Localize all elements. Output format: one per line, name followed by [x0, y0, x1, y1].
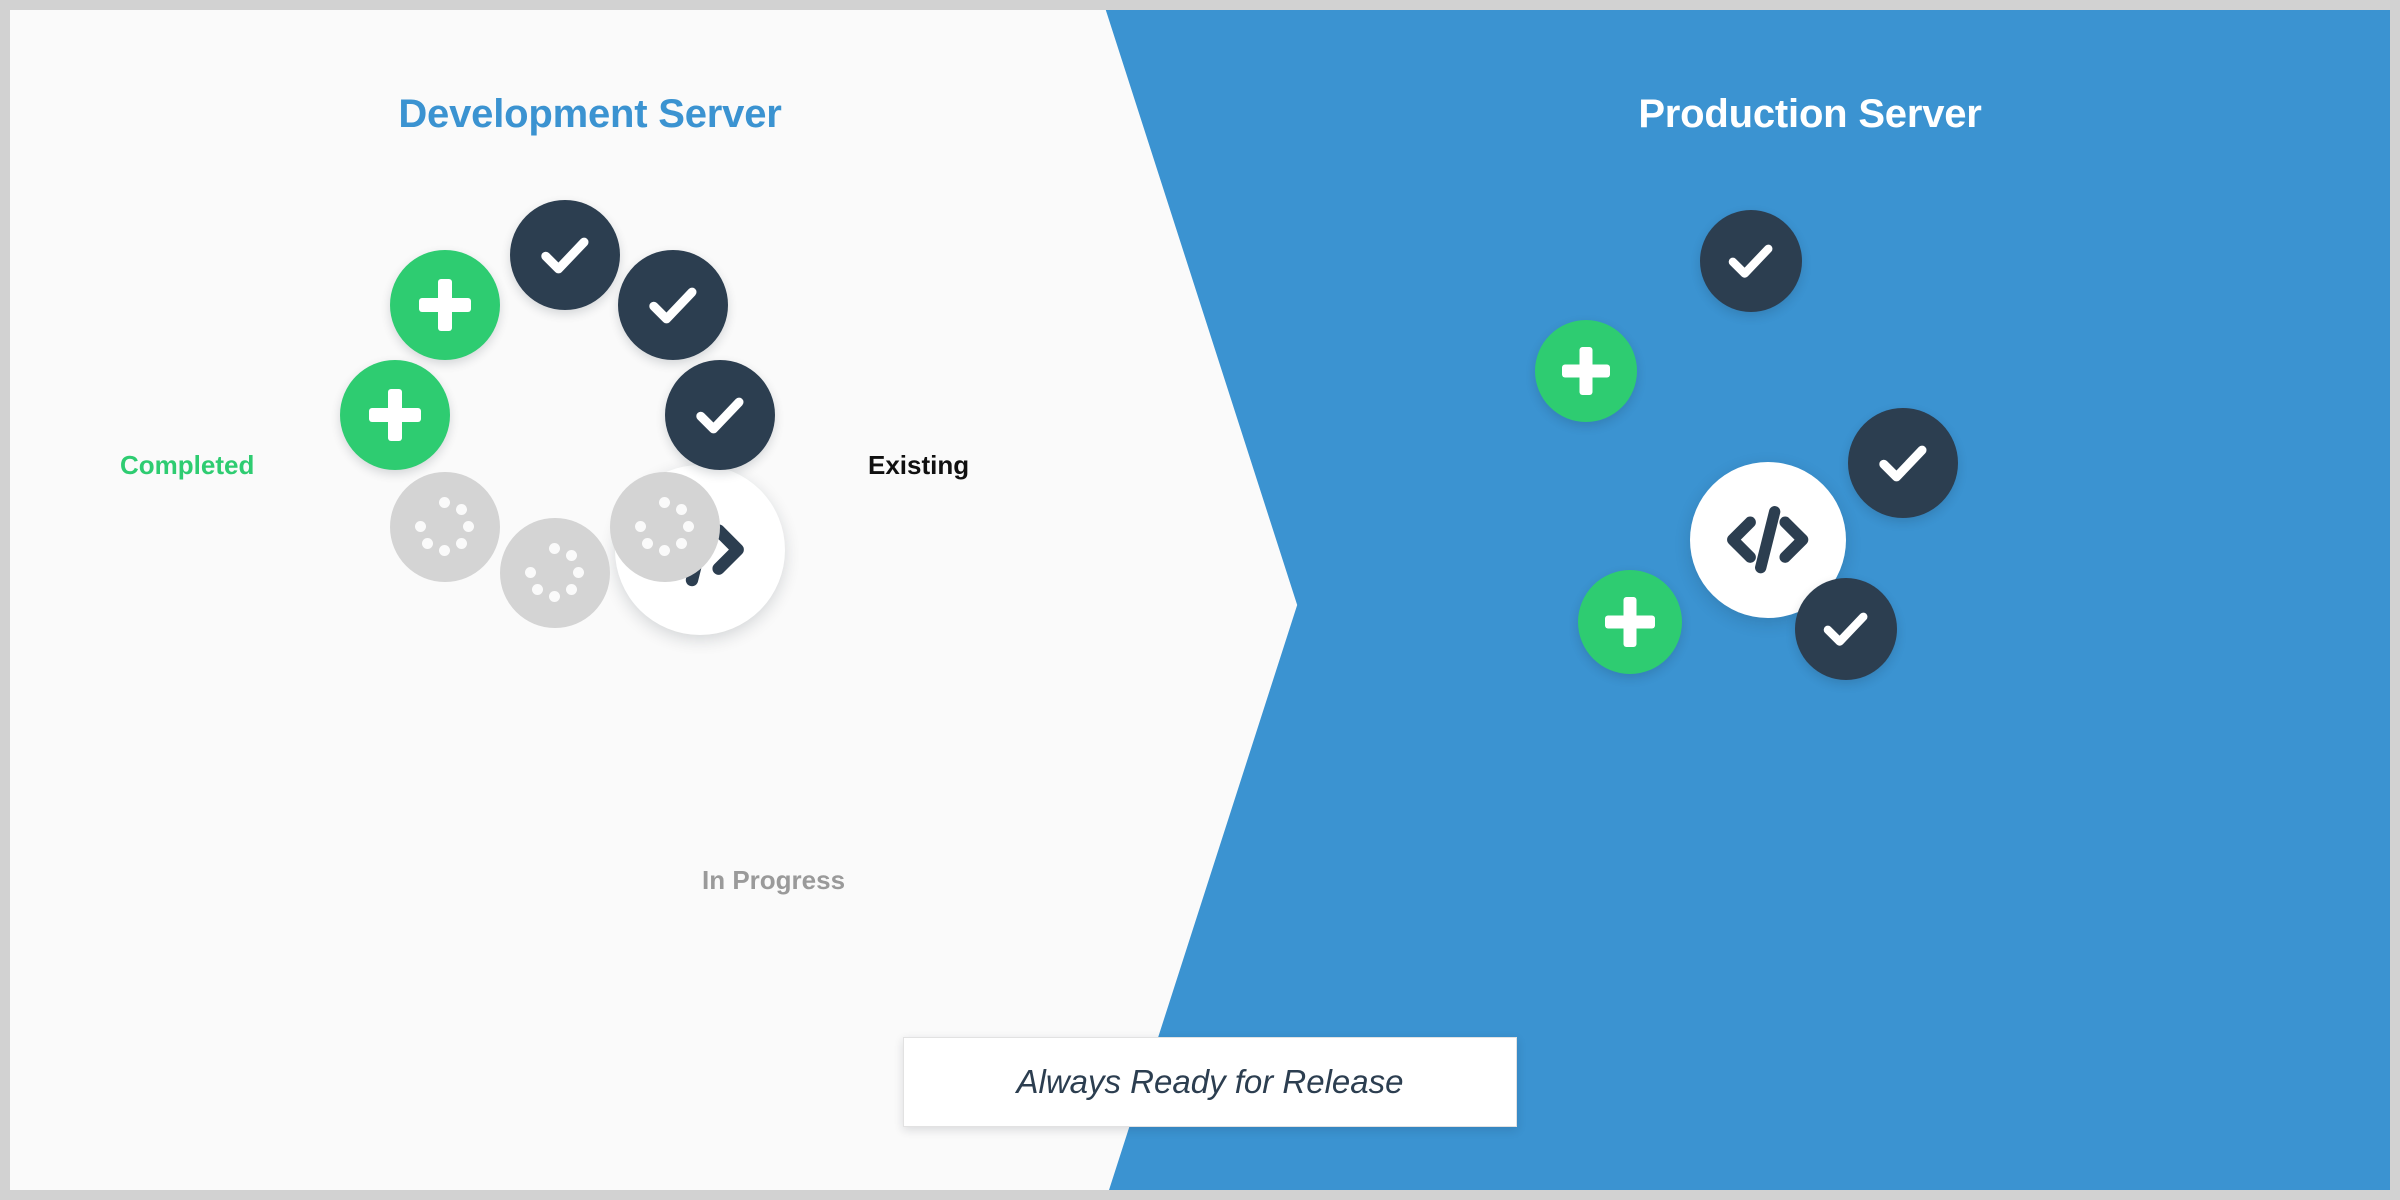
existing-node[interactable] — [1848, 408, 1958, 518]
check-icon — [533, 223, 597, 287]
legend-label-completed: Completed — [120, 450, 255, 480]
in-progress-node[interactable] — [390, 472, 500, 582]
existing-node[interactable] — [618, 250, 728, 360]
production-node-cluster — [1450, 210, 2150, 880]
existing-node[interactable] — [1700, 210, 1802, 312]
completed-node[interactable] — [390, 250, 500, 360]
plus-icon — [1562, 347, 1611, 396]
development-node-cluster — [340, 200, 1010, 920]
plus-icon — [419, 279, 472, 332]
check-icon — [641, 273, 705, 337]
existing-node[interactable] — [665, 360, 775, 470]
legend-label-in-progress: In Progress — [702, 865, 846, 895]
in-progress-node[interactable] — [610, 472, 720, 582]
check-icon — [1721, 231, 1780, 290]
existing-node[interactable] — [510, 200, 620, 310]
spinner-icon — [525, 543, 585, 603]
code-icon — [1724, 496, 1811, 583]
spinner-icon — [635, 497, 695, 557]
release-banner: Always Ready for Release — [903, 1037, 1517, 1127]
check-icon — [1871, 431, 1935, 495]
completed-node[interactable] — [1578, 570, 1682, 674]
diagram-canvas: Development Server Production Server Com… — [0, 0, 2400, 1200]
legend-label-existing: Existing — [868, 450, 970, 480]
in-progress-node[interactable] — [500, 518, 610, 628]
development-server-title: Development Server — [398, 92, 782, 136]
release-banner-text: Always Ready for Release — [1016, 1063, 1404, 1100]
check-icon — [1816, 599, 1875, 658]
check-icon — [688, 383, 752, 447]
plus-icon — [369, 389, 422, 442]
production-server-title: Production Server — [1638, 92, 1982, 136]
existing-node[interactable] — [1795, 578, 1897, 680]
plus-icon — [1605, 597, 1655, 647]
completed-node[interactable] — [1535, 320, 1637, 422]
completed-node[interactable] — [340, 360, 450, 470]
spinner-icon — [415, 497, 475, 557]
